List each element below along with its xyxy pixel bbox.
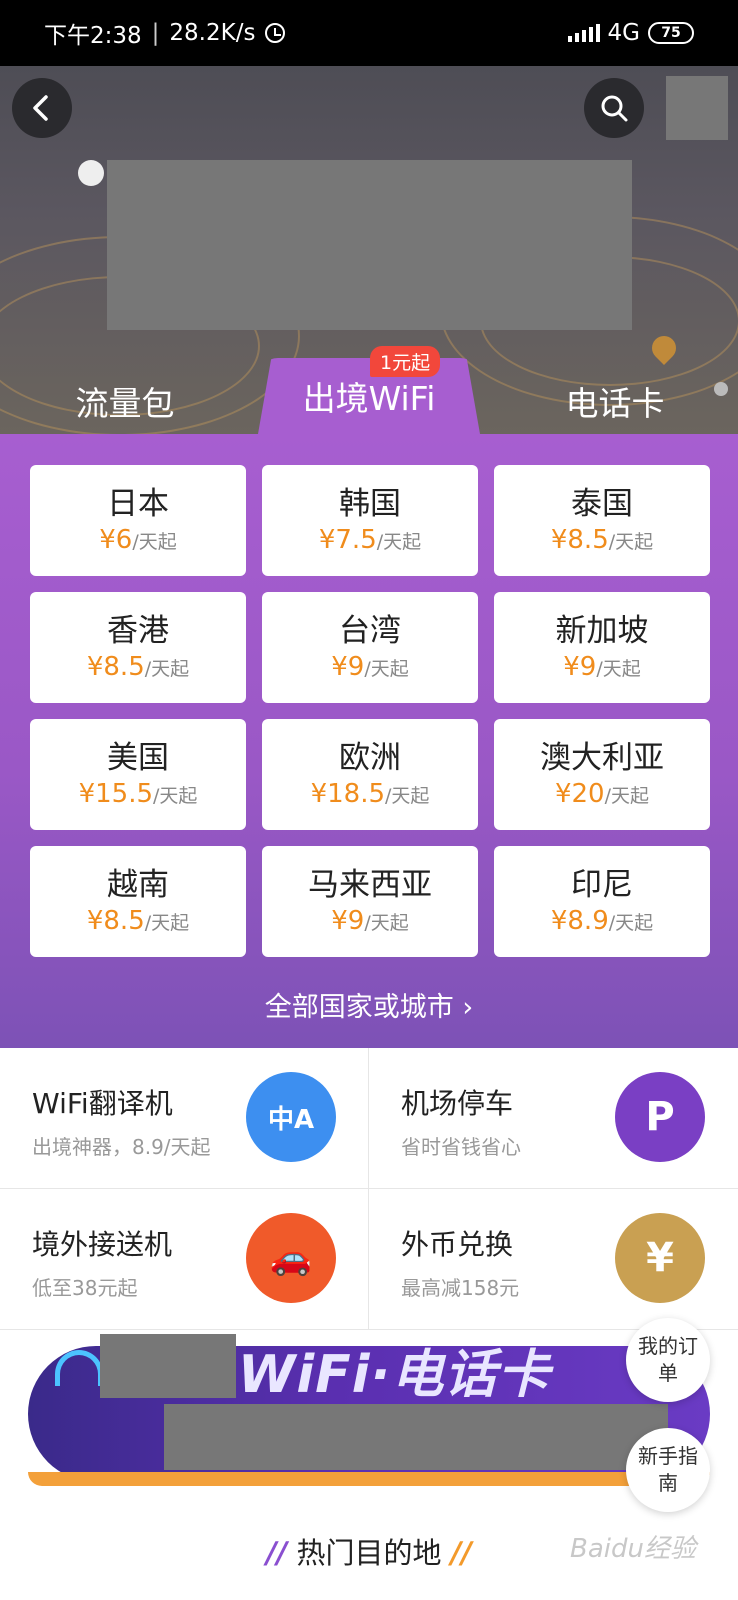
section-title: 热门目的地 <box>296 1536 442 1570</box>
destination-card[interactable]: 印尼 ¥8.9/天起 <box>494 846 710 957</box>
my-orders-button[interactable]: 我的订单 <box>626 1318 710 1402</box>
status-bar: 下午2:38 | 28.2K/s 4G 75 <box>0 0 738 66</box>
price-unit: /天起 <box>608 912 654 935</box>
price-unit: /天起 <box>604 785 650 808</box>
destination-card[interactable]: 美国 ¥15.5/天起 <box>30 719 246 830</box>
destination-price: ¥9 <box>331 652 365 683</box>
price-unit: /天起 <box>144 658 190 681</box>
destination-grid: 日本 ¥6/天起 韩国 ¥7.5/天起 泰国 ¥8.5/天起 香港 ¥8.5/天起 台湾… <box>30 465 710 957</box>
banner-underline <box>28 1472 710 1486</box>
alarm-icon <box>265 23 286 43</box>
destination-name: 韩国 <box>339 485 401 522</box>
destination-price: ¥15.5 <box>78 779 154 810</box>
tab-phone-card[interactable]: 电话卡 <box>530 368 700 434</box>
watermark: Baidu经验 <box>570 1534 696 1564</box>
currency-exchange-icon: ¥ <box>615 1213 705 1303</box>
destination-price: ¥8.5 <box>550 525 609 556</box>
destination-price: ¥8.9 <box>550 906 609 937</box>
network-type: 4G <box>607 20 640 46</box>
search-button[interactable] <box>584 78 644 138</box>
destination-card[interactable]: 日本 ¥6/天起 <box>30 465 246 576</box>
destination-name: 香港 <box>107 612 169 649</box>
destination-name: 泰国 <box>571 485 633 522</box>
destination-price: ¥9 <box>331 906 365 937</box>
destination-name: 马来西亚 <box>308 866 432 903</box>
destination-price: ¥9 <box>563 652 597 683</box>
redacted-block <box>100 1334 236 1398</box>
destination-card[interactable]: 新加坡 ¥9/天起 <box>494 592 710 703</box>
destination-price: ¥18.5 <box>310 779 386 810</box>
destination-name: 越南 <box>107 866 169 903</box>
deco-left: // <box>266 1536 288 1570</box>
tab-badge: 1元起 <box>370 346 441 377</box>
product-tabs: 流量包 出境WiFi 电话卡 <box>0 358 738 434</box>
destination-price: ¥7.5 <box>318 525 377 556</box>
banner-title: WiFi·电话卡 <box>238 1345 551 1405</box>
translator-icon: 中A <box>246 1072 336 1162</box>
back-button[interactable] <box>12 78 72 138</box>
destination-name: 澳大利亚 <box>540 739 664 776</box>
service-subtitle: 最高减158元 <box>401 1276 520 1300</box>
destination-name: 新加坡 <box>555 612 649 649</box>
destination-name: 印尼 <box>571 866 633 903</box>
destination-card[interactable]: 台湾 ¥9/天起 <box>262 592 478 703</box>
price-unit: /天起 <box>364 912 409 935</box>
price-unit: /天起 <box>608 531 654 554</box>
parking-icon: P <box>615 1072 705 1162</box>
service-title: 外币兑换 <box>401 1228 514 1261</box>
services-grid: WiFi翻译机 出境神器，8.9/天起 中A 机场停车 省时省钱省心 P 境外接… <box>0 1048 738 1330</box>
destination-price: ¥8.5 <box>86 652 145 683</box>
status-separator: | <box>151 20 160 46</box>
price-unit: /天起 <box>376 531 422 554</box>
service-currency-exchange[interactable]: 外币兑换 最高减158元 ¥ <box>369 1189 738 1330</box>
battery-icon: 75 <box>648 22 694 44</box>
service-airport-parking[interactable]: 机场停车 省时省钱省心 P <box>369 1048 738 1189</box>
destination-name: 美国 <box>107 739 169 776</box>
service-title: 境外接送机 <box>32 1228 173 1261</box>
destination-name: 台湾 <box>339 612 401 649</box>
chevron-left-icon <box>33 95 48 121</box>
car-plane-icon: 🚗 <box>246 1213 336 1303</box>
service-title: WiFi翻译机 <box>32 1087 173 1120</box>
tab-wifi[interactable]: 出境WiFi <box>258 358 480 434</box>
service-title: 机场停车 <box>401 1087 514 1120</box>
destination-card[interactable]: 欧洲 ¥18.5/天起 <box>262 719 478 830</box>
destination-card[interactable]: 香港 ¥8.5/天起 <box>30 592 246 703</box>
redacted-block <box>164 1404 668 1470</box>
signal-icon <box>567 24 600 42</box>
destination-price: ¥8.5 <box>86 906 145 937</box>
search-icon <box>601 95 628 122</box>
redacted-block <box>666 76 728 140</box>
destination-card[interactable]: 越南 ¥8.5/天起 <box>30 846 246 957</box>
redacted-block <box>107 160 632 330</box>
destination-card[interactable]: 韩国 ¥7.5/天起 <box>262 465 478 576</box>
price-unit: /天起 <box>153 785 198 808</box>
status-time: 下午2:38 <box>44 23 142 49</box>
price-unit: /天起 <box>385 785 430 808</box>
network-speed: 28.2K/s <box>169 20 256 46</box>
destination-price: ¥20 <box>554 779 605 810</box>
destination-card[interactable]: 澳大利亚 ¥20/天起 <box>494 719 710 830</box>
all-destinations-link[interactable]: 全部国家或城市 › <box>0 985 738 1024</box>
logo-icon <box>78 160 104 186</box>
destination-card[interactable]: 马来西亚 ¥9/天起 <box>262 846 478 957</box>
destination-name: 欧洲 <box>339 739 401 776</box>
tab-traffic[interactable]: 流量包 <box>40 368 210 434</box>
deco-right: // <box>450 1536 472 1570</box>
price-unit: /天起 <box>364 658 409 681</box>
service-subtitle: 省时省钱省心 <box>401 1135 521 1159</box>
destination-price: ¥6 <box>99 525 133 556</box>
price-unit: /天起 <box>144 912 190 935</box>
price-unit: /天起 <box>596 658 641 681</box>
service-translator[interactable]: WiFi翻译机 出境神器，8.9/天起 中A <box>0 1048 369 1189</box>
price-unit: /天起 <box>132 531 177 554</box>
service-subtitle: 低至38元起 <box>32 1276 138 1300</box>
service-airport-transfer[interactable]: 境外接送机 低至38元起 🚗 <box>0 1189 369 1330</box>
beginner-guide-button[interactable]: 新手指南 <box>626 1428 710 1512</box>
destination-card[interactable]: 泰国 ¥8.5/天起 <box>494 465 710 576</box>
service-subtitle: 出境神器，8.9/天起 <box>32 1135 211 1159</box>
destination-name: 日本 <box>107 485 169 522</box>
